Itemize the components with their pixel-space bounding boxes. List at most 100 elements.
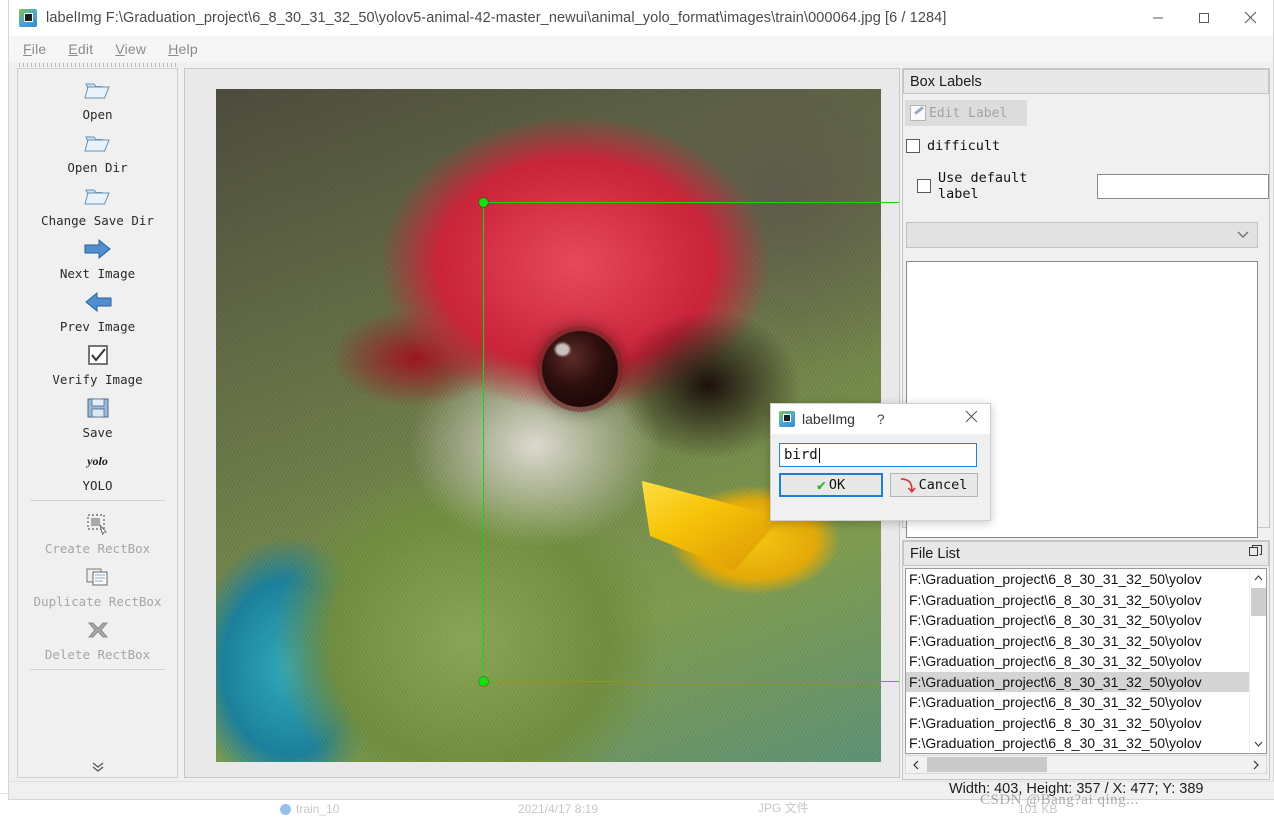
menu-mnemonic: E xyxy=(68,41,78,57)
vertical-scroll-thumb[interactable] xyxy=(1251,588,1266,616)
toolbar-item-duplicate-rectbox[interactable]: Duplicate RectBox xyxy=(18,556,177,609)
open-folder-icon xyxy=(83,75,112,105)
floppy-disk-icon xyxy=(86,393,110,423)
menu-item-file[interactable]: File xyxy=(23,41,46,57)
file-list-item-selected[interactable]: F:\Graduation_project\6_8_30_31_32_50\yo… xyxy=(906,671,1266,692)
check-icon: ✔ xyxy=(816,476,826,494)
window-controls xyxy=(1135,0,1273,36)
dialog-help-button[interactable]: ? xyxy=(877,411,885,427)
dialog-close-button[interactable] xyxy=(965,410,978,428)
status-bar: Width: 403, Height: 357 / X: 477; Y: 389 xyxy=(9,781,1274,799)
toolbar-label: Save xyxy=(82,425,113,440)
toolbar-label: YOLO xyxy=(82,478,113,493)
dialog-title-bar: labelImg ? xyxy=(771,404,990,434)
file-list-item[interactable]: F:\Graduation_project\6_8_30_31_32_50\yo… xyxy=(906,692,1266,713)
difficult-checkbox-row[interactable]: difficult xyxy=(906,138,1269,154)
toolbar-item-change-save-dir[interactable]: Change Save Dir xyxy=(18,175,177,228)
onedrive-icon xyxy=(280,804,291,815)
yolo-badge-text: yolo xyxy=(87,453,108,468)
file-list-item[interactable]: F:\Graduation_project\6_8_30_31_32_50\yo… xyxy=(906,651,1266,672)
menu-item-edit[interactable]: Edit xyxy=(68,41,93,57)
menu-label: dit xyxy=(77,41,94,57)
ok-button-label: OK xyxy=(828,477,846,493)
default-label-input[interactable] xyxy=(1097,173,1269,199)
file-list-item[interactable]: F:\Graduation_project\6_8_30_31_32_50\yo… xyxy=(906,631,1266,652)
toolbar-label: Change Save Dir xyxy=(41,213,154,228)
open-folder-icon xyxy=(83,128,112,158)
menu-mnemonic: F xyxy=(23,41,32,57)
arrow-right-icon xyxy=(83,234,113,264)
toolbar-item-save[interactable]: Save xyxy=(18,387,177,440)
delete-rect-icon xyxy=(85,615,111,645)
file-list-box[interactable]: F:\Graduation_project\6_8_30_31_32_50\yo… xyxy=(905,568,1267,754)
arrow-left-icon xyxy=(83,287,113,317)
bg-file-date: 2021/4/17 8:19 xyxy=(518,802,599,816)
file-list-title-text: File List xyxy=(910,545,960,562)
menu-label: iew xyxy=(124,41,147,57)
menu-label: elp xyxy=(178,41,198,57)
menu-item-help[interactable]: Help xyxy=(168,41,198,57)
file-list-item[interactable]: F:\Graduation_project\6_8_30_31_32_50\yo… xyxy=(906,569,1266,590)
scroll-right-arrow-icon[interactable] xyxy=(1247,756,1266,773)
label-entry-dialog: labelImg ? bird ✔ OK ⤵ Cancel xyxy=(770,403,991,521)
file-list-vertical-scrollbar[interactable] xyxy=(1249,569,1266,753)
ok-button[interactable]: ✔ OK xyxy=(779,473,883,497)
undock-icon[interactable] xyxy=(1249,545,1262,562)
file-list-item[interactable]: F:\Graduation_project\6_8_30_31_32_50\yo… xyxy=(906,713,1266,734)
status-dimensions-text: Width: 403, Height: 357 / X: 477; Y: 389 xyxy=(949,781,1204,797)
scroll-down-arrow-icon[interactable] xyxy=(1250,736,1266,753)
toolbar-label: Verify Image xyxy=(52,372,143,387)
dialog-app-icon xyxy=(779,411,795,427)
toolbar-separator xyxy=(30,669,165,670)
open-folder-icon xyxy=(83,181,112,211)
file-list-item[interactable]: F:\Graduation_project\6_8_30_31_32_50\yo… xyxy=(906,610,1266,631)
toolbar-item-open[interactable]: Open xyxy=(18,69,177,122)
text-caret xyxy=(818,447,820,463)
use-default-label-checkbox[interactable] xyxy=(917,179,931,193)
toolbar-item-create-rectbox[interactable]: Create RectBox xyxy=(18,503,177,556)
toolbar-item-verify-image[interactable]: Verify Image xyxy=(18,334,177,387)
use-default-label-row[interactable]: Use default label xyxy=(917,170,1269,202)
toolbar-expand-chevron[interactable] xyxy=(18,762,177,772)
undo-arrow-icon: ⤵ xyxy=(900,476,916,495)
bg-file-size: 101 KB xyxy=(1018,802,1058,816)
horizontal-scroll-thumb[interactable] xyxy=(927,757,1047,772)
label-combobox[interactable] xyxy=(906,222,1258,248)
use-default-label-text: Use default label xyxy=(938,170,1028,202)
toolbar-label: Delete RectBox xyxy=(44,647,151,662)
file-list-item[interactable]: F:\Graduation_project\6_8_30_31_32_50\yo… xyxy=(906,733,1266,753)
file-list-panel: File List F:\Graduation_project\6_8_30_3… xyxy=(902,540,1270,780)
toolbar-item-yolo[interactable]: yolo YOLO xyxy=(18,440,177,494)
bg-file-name: train_10 xyxy=(296,802,340,816)
maximize-button[interactable] xyxy=(1181,0,1227,36)
toolbar-item-next-image[interactable]: Next Image xyxy=(18,228,177,281)
create-rect-icon xyxy=(86,509,110,539)
toolbar-label: Open xyxy=(82,107,113,122)
scroll-up-arrow-icon[interactable] xyxy=(1250,569,1266,586)
toolbar-item-delete-rectbox[interactable]: Delete RectBox xyxy=(18,609,177,662)
toolbar-label: Duplicate RectBox xyxy=(33,594,162,609)
edit-label-text: Edit Label xyxy=(929,105,1008,121)
labelimg-app-icon xyxy=(19,8,37,27)
window-title: labelImg F:\Graduation_project\6_8_30_31… xyxy=(46,9,947,26)
edit-label-button[interactable]: Edit Label xyxy=(905,100,1027,126)
close-button[interactable] xyxy=(1227,0,1273,36)
toolbar-label: Open Dir xyxy=(67,160,128,175)
toolbar-item-open-dir[interactable]: Open Dir xyxy=(18,122,177,175)
minimize-button[interactable] xyxy=(1135,0,1181,36)
difficult-checkbox[interactable] xyxy=(906,139,920,153)
toolbar-item-prev-image[interactable]: Prev Image xyxy=(18,281,177,334)
scroll-left-arrow-icon[interactable] xyxy=(906,756,925,773)
pencil-icon xyxy=(910,105,926,121)
file-list-horizontal-scrollbar[interactable] xyxy=(905,755,1267,774)
toolbar-drag-handle[interactable] xyxy=(19,63,177,67)
menu-bar: File Edit View Help xyxy=(9,36,1273,62)
toolbar-separator xyxy=(30,500,165,501)
menu-item-view[interactable]: View xyxy=(115,41,146,57)
toolbar-label: Create RectBox xyxy=(44,541,151,556)
cancel-button-label: Cancel xyxy=(918,477,968,493)
left-toolbar: Open Open Dir Change Save Dir Next Image… xyxy=(17,68,178,778)
cancel-button[interactable]: ⤵ Cancel xyxy=(890,473,978,497)
label-text-input[interactable]: bird xyxy=(779,443,977,467)
file-list-item[interactable]: F:\Graduation_project\6_8_30_31_32_50\yo… xyxy=(906,590,1266,611)
